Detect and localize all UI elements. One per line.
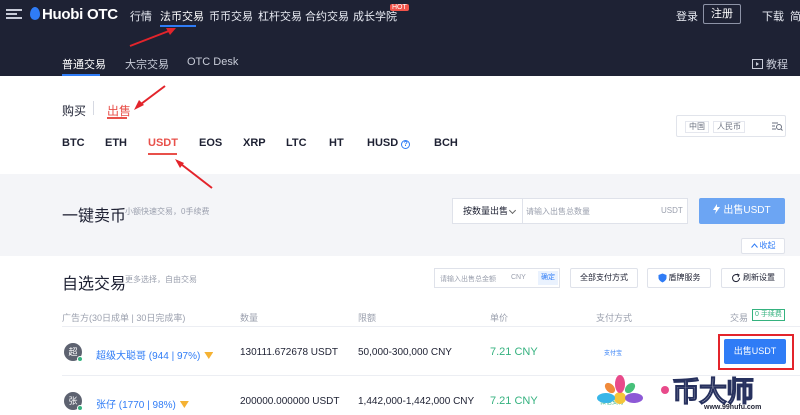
huobi-flame-icon: [30, 7, 40, 20]
coin-tab-husd[interactable]: HUSD?: [367, 137, 411, 149]
play-icon: [752, 59, 763, 69]
sub-header: [0, 28, 800, 76]
collapse-button[interactable]: 收起: [741, 238, 785, 254]
lightning-icon: [713, 204, 721, 214]
sell-quantity-placeholder: 请输入出售总数量: [526, 207, 590, 216]
shield-icon: [658, 273, 666, 283]
login-link[interactable]: 登录: [676, 8, 698, 24]
coin-tab-ht[interactable]: HT: [329, 137, 344, 149]
currency-chip[interactable]: 人民币: [713, 121, 745, 133]
row-limit: 1,442,000-1,442,000 CNY: [358, 396, 475, 407]
header-action: 交易: [730, 313, 749, 323]
tab-normal-trade[interactable]: 普通交易: [62, 56, 106, 72]
custom-trade-title: 自选交易: [62, 276, 127, 293]
divider: [93, 101, 94, 115]
amount-confirm-button[interactable]: 确定: [538, 271, 558, 285]
quick-sell-title: 一键卖币: [62, 208, 127, 225]
download-link[interactable]: 下载: [762, 8, 784, 24]
header-price: 单价: [490, 313, 509, 323]
row-price: 7.21 CNY: [490, 346, 538, 358]
quick-sell-button[interactable]: 出售USDT: [699, 198, 785, 224]
header-amount: 数量: [240, 313, 259, 323]
help-icon[interactable]: ?: [401, 140, 411, 149]
nav-contract-trading[interactable]: 合约交易: [305, 8, 349, 24]
divider: [62, 326, 800, 327]
nav-fiat-trading[interactable]: 法币交易: [160, 8, 204, 24]
coin-tab-eth[interactable]: ETH: [105, 137, 127, 149]
custom-trade-subtitle: 更多选择，自由交易: [125, 275, 197, 284]
country-chip[interactable]: 中国: [685, 121, 709, 133]
zero-fee-tag: 0 手续费: [752, 309, 785, 321]
quick-sell-subtitle: 小额快速交易，0手续费: [125, 207, 210, 216]
gold-medal-icon: [204, 352, 214, 359]
hot-badge: HOT: [390, 4, 409, 11]
nav-active-underline: [160, 25, 196, 27]
watermark-url: www.99hufu.com: [704, 404, 762, 411]
coin-tab-usdt[interactable]: USDT: [148, 137, 178, 149]
row-limit: 50,000-300,000 CNY: [358, 347, 452, 358]
header-merchant: 广告方(30日成单 | 30日完成率): [62, 313, 186, 323]
row-amount: 130111.672678 USDT: [240, 347, 339, 358]
merchant-link[interactable]: 超级大聪哥 (944 | 97%): [96, 347, 214, 362]
avatar[interactable]: 张: [64, 392, 83, 411]
coin-tab-eos[interactable]: EOS: [199, 137, 222, 149]
huobi-logo[interactable]: Huobi OTC: [30, 6, 118, 23]
all-payment-button[interactable]: 全部支付方式: [570, 268, 638, 288]
nav-market[interactable]: 行情: [130, 8, 152, 24]
coin-tab-btc[interactable]: BTC: [62, 137, 85, 149]
gold-medal-icon: [179, 401, 189, 408]
row-amount: 200000.000000 USDT: [240, 396, 340, 407]
tab-block-trade[interactable]: 大宗交易: [125, 56, 169, 72]
buy-tab[interactable]: 购买: [62, 102, 86, 119]
coin-active-underline: [148, 153, 177, 155]
amount-unit: CNY: [511, 274, 526, 281]
language-switch[interactable]: 简: [790, 8, 800, 24]
sell-tab-underline: [107, 117, 127, 119]
highlight-box: [718, 334, 794, 370]
header-limit: 限额: [358, 313, 377, 323]
tutorial-link[interactable]: 教程: [752, 56, 788, 72]
coin-tab-ltc[interactable]: LTC: [286, 137, 307, 149]
top-bar: Huobi OTC 行情 法币交易 币币交易 杠杆交易 合约交易 成长学院 HOT…: [0, 0, 800, 28]
register-button[interactable]: 注册: [703, 4, 741, 24]
avatar[interactable]: 超: [64, 343, 83, 362]
header-payment: 支付方式: [596, 313, 633, 323]
refresh-settings-button[interactable]: 刷新设置: [721, 268, 785, 288]
region-filter[interactable]: 中国 人民币: [676, 115, 786, 137]
nav-margin-trading[interactable]: 杠杆交易: [258, 8, 302, 24]
alipay-badge: 支付宝: [604, 351, 623, 357]
tab-otc-desk[interactable]: OTC Desk: [187, 56, 238, 68]
filter-icon[interactable]: [771, 120, 783, 132]
online-status-dot: [77, 356, 83, 362]
hamburger-menu-icon[interactable]: [6, 9, 22, 19]
coin-tab-xrp[interactable]: XRP: [243, 137, 266, 149]
chevron-up-icon: [750, 243, 758, 248]
refresh-icon: [732, 273, 741, 283]
amount-placeholder: 请输入出售总金额: [440, 276, 496, 283]
merchant-link[interactable]: 张仔 (1770 | 98%): [96, 396, 189, 411]
row-price: 7.21 CNY: [490, 395, 538, 407]
sell-quantity-unit: USDT: [661, 206, 683, 215]
nav-spot-trading[interactable]: 币币交易: [209, 8, 253, 24]
coin-tab-bch[interactable]: BCH: [434, 137, 458, 149]
shield-service-button[interactable]: 盾牌服务: [647, 268, 711, 288]
online-status-dot: [77, 405, 83, 411]
